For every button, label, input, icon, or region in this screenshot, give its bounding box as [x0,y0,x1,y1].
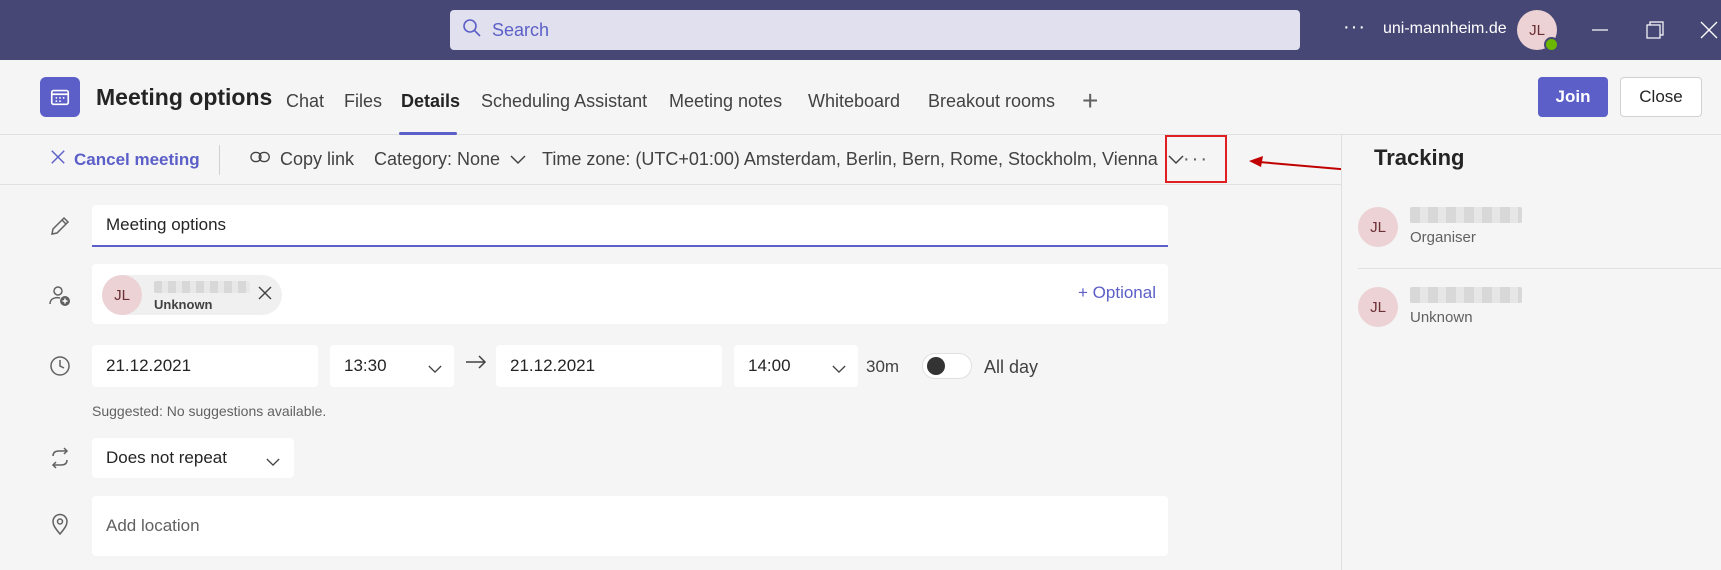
avatar: JL [102,275,142,315]
org-name[interactable]: uni-mannheim.de [1383,20,1507,38]
tracking-row[interactable]: JL Organiser [1358,197,1721,269]
location-icon [48,512,72,541]
copy-link-button[interactable]: Copy link [250,149,354,170]
add-person-icon [48,284,72,313]
repeat-icon [48,446,72,475]
tracking-row[interactable]: JL Unknown [1358,277,1721,341]
toggle-knob [927,357,945,375]
cancel-meeting-button[interactable]: Cancel meeting [50,149,200,170]
start-date-input[interactable]: 21.12.2021 [92,345,318,387]
pencil-icon [48,214,72,243]
more-options-button[interactable]: ··· [1165,135,1227,183]
tab-files[interactable]: Files [344,91,382,112]
tracking-title: Tracking [1374,145,1465,170]
attendee-role: Unknown [1410,309,1473,326]
close-button[interactable]: Close [1620,77,1702,117]
minimize-icon[interactable] [1588,18,1612,42]
add-tab-icon[interactable]: + [1082,85,1098,117]
end-time-dropdown[interactable]: 14:00 [734,345,858,387]
divider [219,145,220,175]
meeting-title-input[interactable]: Meeting options [92,205,1168,247]
join-button[interactable]: Join [1538,77,1608,117]
category-dropdown[interactable]: Category: None [374,149,534,170]
tab-scheduling-assistant[interactable]: Scheduling Assistant [481,91,647,112]
clock-icon [48,354,72,383]
avatar: JL [1358,287,1398,327]
arrow-right-icon [464,354,488,375]
cancel-meeting-label: Cancel meeting [74,149,200,169]
attendee-status: Unknown [154,297,213,312]
chevron-down-icon [832,359,846,379]
close-icon [50,149,74,170]
repeat-dropdown[interactable]: Does not repeat [92,438,294,478]
command-bar: Cancel meeting Copy link Category: None … [0,135,1341,185]
end-date-input[interactable]: 21.12.2021 [496,345,722,387]
redacted-name [1410,287,1522,303]
timezone-label: Time zone: (UTC+01:00) Amsterdam, Berlin… [542,149,1158,169]
search-box[interactable]: Search [450,10,1300,50]
attendees-field[interactable]: JL Unknown + Optional [92,264,1168,324]
search-placeholder: Search [492,19,550,40]
page-title: Meeting options [96,84,273,110]
location-input[interactable]: Add location [92,496,1168,556]
tab-meeting-notes[interactable]: Meeting notes [669,91,782,112]
chevron-down-icon [428,359,442,379]
duration-label: 30m [866,357,900,376]
chevron-down-icon [266,452,280,472]
meeting-header: Meeting options Chat Files Details Sched… [0,60,1721,135]
remove-attendee-icon[interactable] [258,284,272,305]
copy-link-label: Copy link [280,149,355,169]
start-time-dropdown[interactable]: 13:30 [330,345,454,387]
suggestion-text: Suggested: No suggestions available. [92,403,327,419]
calendar-icon [40,77,80,117]
tab-breakout-rooms[interactable]: Breakout rooms [928,91,1055,112]
repeat-value: Does not repeat [106,448,227,467]
tracking-pane: Tracking JL Organiser JL Unknown [1341,135,1721,570]
title-bar: Search ··· uni-mannheim.de JL [0,0,1721,60]
timezone-dropdown[interactable]: Time zone: (UTC+01:00) Amsterdam, Berlin… [542,149,1192,170]
add-optional-link[interactable]: + Optional [1078,283,1156,303]
titlebar-more-button[interactable]: ··· [1343,16,1366,39]
link-icon [250,149,280,170]
tab-whiteboard[interactable]: Whiteboard [808,91,900,112]
attendee-role: Organiser [1410,229,1476,246]
category-label: Category: None [374,149,501,169]
search-icon [462,18,482,43]
start-time-value: 13:30 [344,356,387,375]
window-close-icon[interactable] [1697,18,1721,42]
avatar-initials: JL [1529,21,1545,39]
all-day-label: All day [984,357,1039,377]
tab-details[interactable]: Details [401,91,460,112]
redacted-name [1410,207,1522,223]
tab-chat[interactable]: Chat [286,91,324,112]
avatar: JL [1358,207,1398,247]
attendee-chip[interactable]: JL Unknown [102,275,282,315]
user-avatar[interactable]: JL [1517,10,1559,52]
end-time-value: 14:00 [748,356,791,375]
all-day-toggle[interactable] [922,353,972,379]
presence-available-icon [1544,37,1559,52]
restore-icon[interactable] [1643,18,1667,42]
redacted-name [154,281,250,293]
chevron-down-icon [510,149,534,170]
